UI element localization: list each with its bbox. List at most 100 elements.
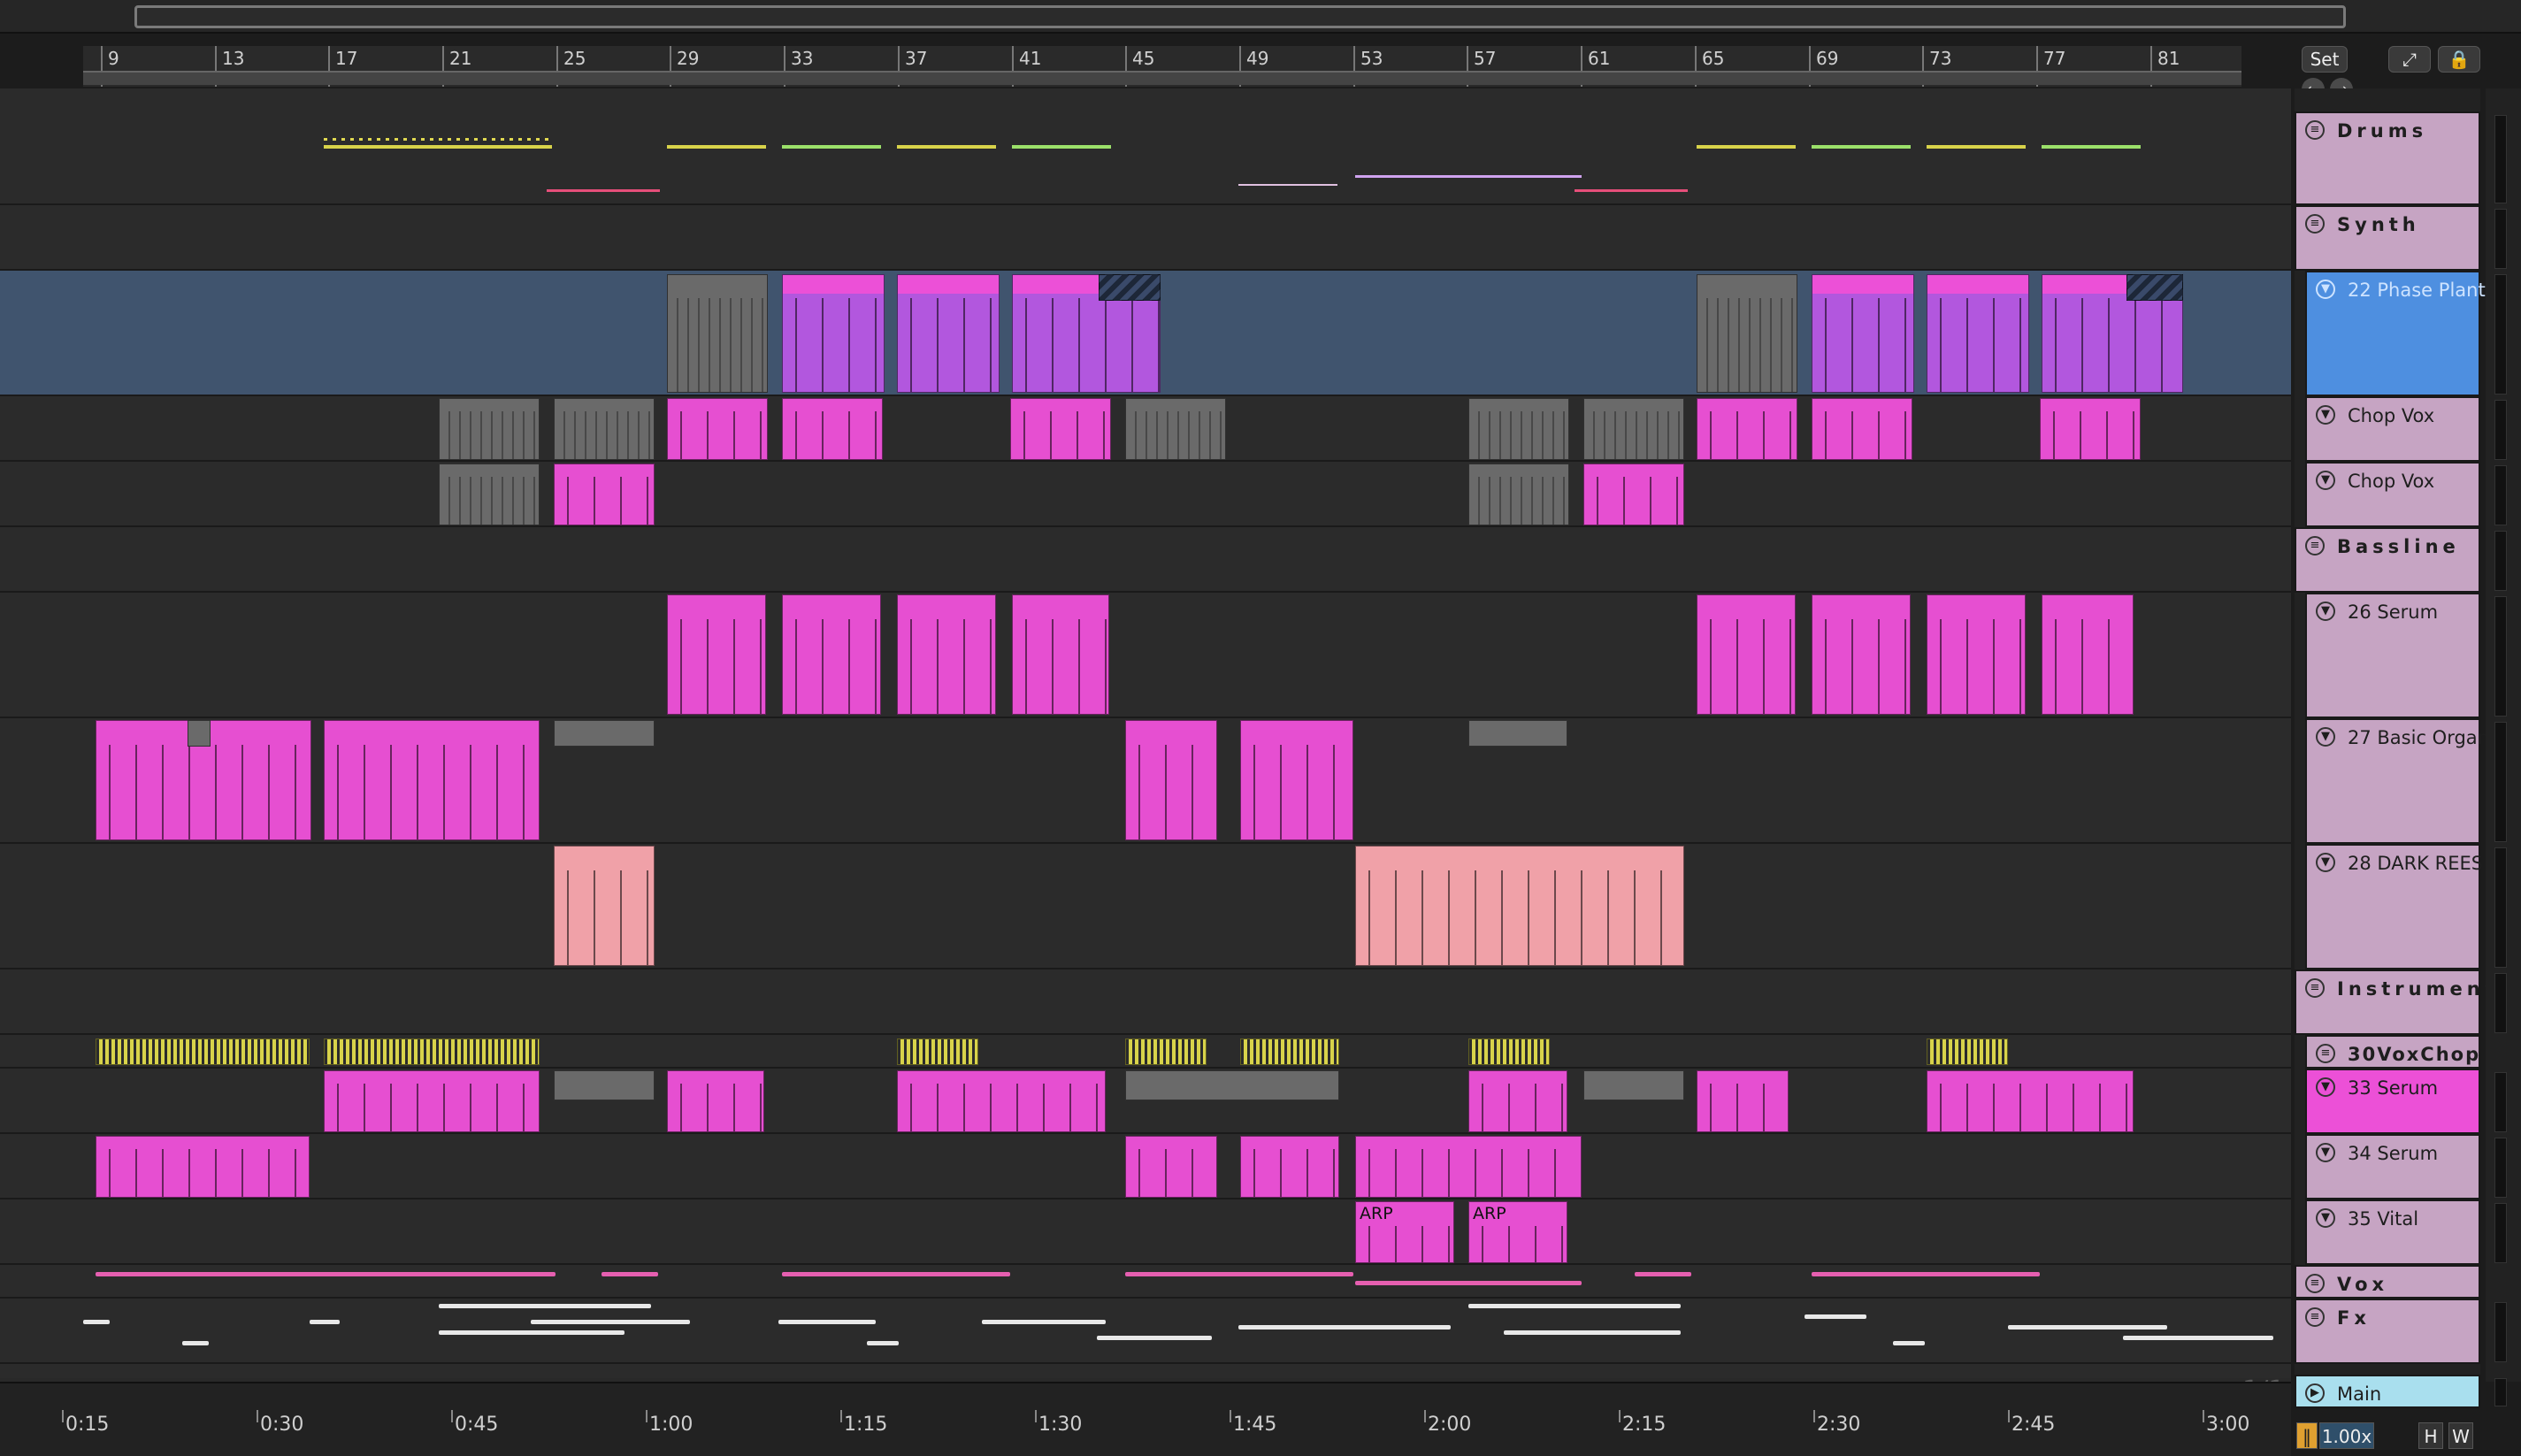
lane-bassline[interactable]: [0, 527, 2291, 593]
fold-icon[interactable]: ▼: [2316, 1143, 2335, 1162]
group-fold-icon[interactable]: ≡: [2305, 120, 2325, 140]
loop-brace[interactable]: [83, 71, 2241, 85]
fold-icon[interactable]: ▼: [2316, 1077, 2335, 1097]
track-header-vox[interactable]: ≡ Vox: [2295, 1265, 2480, 1299]
fx-clip[interactable]: [1805, 1314, 1866, 1319]
vox-clip[interactable]: [1635, 1272, 1691, 1276]
midi-clip[interactable]: [554, 1070, 655, 1100]
fold-icon[interactable]: ▼: [2316, 280, 2335, 299]
track-header-main[interactable]: ▶ Main: [2295, 1375, 2480, 1408]
fx-clip[interactable]: [867, 1341, 899, 1345]
audio-clip[interactable]: [667, 398, 768, 460]
play-icon[interactable]: ▶: [2305, 1383, 2325, 1403]
audio-clip[interactable]: [782, 398, 883, 460]
fx-clip[interactable]: [439, 1304, 651, 1308]
track-header-fx[interactable]: ≡ Fx: [2295, 1299, 2480, 1364]
audio-clip[interactable]: [2040, 398, 2141, 460]
lock-icon[interactable]: 🔒: [2438, 46, 2480, 73]
midi-clip[interactable]: [324, 720, 540, 840]
midi-clip[interactable]: [1012, 594, 1109, 715]
lane-28-dark-rees[interactable]: [0, 844, 2291, 969]
fx-clip[interactable]: [982, 1320, 1106, 1324]
lane-35-vital[interactable]: [0, 1199, 2291, 1265]
midi-clip[interactable]: [1468, 720, 1567, 747]
audio-clip[interactable]: [1468, 464, 1569, 525]
fold-icon[interactable]: ▼: [2316, 471, 2335, 490]
audio-clip[interactable]: [1468, 1038, 1550, 1065]
audio-clip[interactable]: [1468, 398, 1569, 460]
vox-clip[interactable]: [1355, 1281, 1582, 1285]
audio-clip[interactable]: [1125, 398, 1226, 460]
midi-clip[interactable]: [1125, 720, 1217, 840]
track-header-28-dark-rees[interactable]: ▼ 28 DARK REES: [2305, 844, 2483, 969]
track-header-34-serum[interactable]: ▼ 34 Serum: [2305, 1134, 2480, 1199]
midi-clip[interactable]: [2042, 594, 2134, 715]
midi-clip[interactable]: [1355, 1136, 1582, 1198]
clip[interactable]: [667, 274, 768, 393]
track-header-35-vital[interactable]: ▼ 35 Vital: [2305, 1199, 2480, 1265]
midi-clip[interactable]: [324, 1070, 540, 1132]
midi-clip[interactable]: [1468, 1070, 1567, 1132]
audio-clip[interactable]: [1927, 1038, 2008, 1065]
fx-clip[interactable]: [2008, 1325, 2167, 1330]
lane-vox[interactable]: [0, 1265, 2291, 1299]
lane-instrument[interactable]: [0, 969, 2291, 1035]
midi-clip[interactable]: [667, 594, 766, 715]
audio-clip[interactable]: [554, 464, 655, 525]
audio-clip[interactable]: [1010, 398, 1111, 460]
audio-clip[interactable]: [1240, 1038, 1339, 1065]
midi-clip[interactable]: [1240, 720, 1353, 840]
audio-clip[interactable]: [1697, 398, 1797, 460]
fx-clip[interactable]: [2123, 1336, 2273, 1340]
track-header-bassline[interactable]: ≡ Bassline: [2295, 527, 2480, 593]
midi-clip[interactable]: [1583, 1070, 1684, 1100]
arrangement-overview[interactable]: [0, 0, 2521, 34]
audio-clip[interactable]: [1583, 464, 1684, 525]
track-header-33-serum[interactable]: ▼ 33 Serum: [2305, 1069, 2480, 1134]
waveform-icon[interactable]: ‖: [2296, 1422, 2318, 1449]
track-header-phase-plant[interactable]: ▼ 22 Phase Plant: [2305, 271, 2486, 396]
zoom-level[interactable]: 1.00x: [2319, 1422, 2374, 1449]
midi-clip[interactable]: [96, 1136, 310, 1198]
group-fold-icon[interactable]: ≡: [2305, 1274, 2325, 1293]
midi-clip[interactable]: [1240, 1136, 1339, 1198]
track-header-synth[interactable]: ≡ Synth: [2295, 205, 2480, 271]
midi-clip[interactable]: [1125, 1070, 1339, 1100]
midi-clip[interactable]: [1355, 846, 1684, 966]
lane-fx[interactable]: [0, 1299, 2291, 1364]
group-fold-icon[interactable]: ≡: [2305, 536, 2325, 556]
midi-clip[interactable]: [667, 1070, 764, 1132]
fx-clip[interactable]: [1468, 1304, 1681, 1308]
vox-clip[interactable]: [1125, 1272, 1353, 1276]
clip[interactable]: [1812, 274, 1914, 393]
fx-clip[interactable]: [310, 1320, 340, 1324]
track-header-26-serum[interactable]: ▼ 26 Serum: [2305, 593, 2480, 718]
fx-clip[interactable]: [83, 1320, 110, 1324]
fx-clip[interactable]: [778, 1320, 876, 1324]
fold-icon[interactable]: ▼: [2316, 727, 2335, 747]
clip[interactable]: [782, 274, 885, 393]
audio-clip[interactable]: [897, 1038, 978, 1065]
fold-icon[interactable]: ▼: [2316, 405, 2335, 425]
expand-icon[interactable]: ⤢: [2388, 46, 2431, 73]
track-header-instrument[interactable]: ≡ Instrument: [2295, 969, 2494, 1035]
fx-clip[interactable]: [1238, 1325, 1451, 1330]
midi-clip[interactable]: [554, 720, 655, 747]
midi-clip-arp[interactable]: ARP: [1355, 1201, 1454, 1263]
midi-clip[interactable]: [1697, 594, 1796, 715]
h-button[interactable]: H: [2418, 1422, 2443, 1449]
audio-clip[interactable]: [1125, 1038, 1207, 1065]
midi-clip[interactable]: [1927, 1070, 2134, 1132]
track-header-drums[interactable]: ≡ Drums: [2295, 111, 2480, 205]
vox-clip[interactable]: [1812, 1272, 2040, 1276]
track-header-27-basic-organ[interactable]: ▼ 27 Basic Organ: [2305, 718, 2489, 844]
midi-clip[interactable]: [1927, 594, 2026, 715]
audio-clip[interactable]: [1812, 398, 1912, 460]
time-ruler[interactable]: 0:15 0:30 0:45 1:00 1:15 1:30 1:45 2:00 …: [0, 1382, 2291, 1456]
audio-clip[interactable]: [1583, 398, 1684, 460]
fold-icon[interactable]: ▼: [2316, 853, 2335, 872]
clip-hatched[interactable]: [1099, 274, 1161, 301]
fold-icon[interactable]: ▼: [2316, 602, 2335, 621]
audio-clip[interactable]: [324, 1038, 540, 1065]
audio-clip[interactable]: [554, 398, 655, 460]
